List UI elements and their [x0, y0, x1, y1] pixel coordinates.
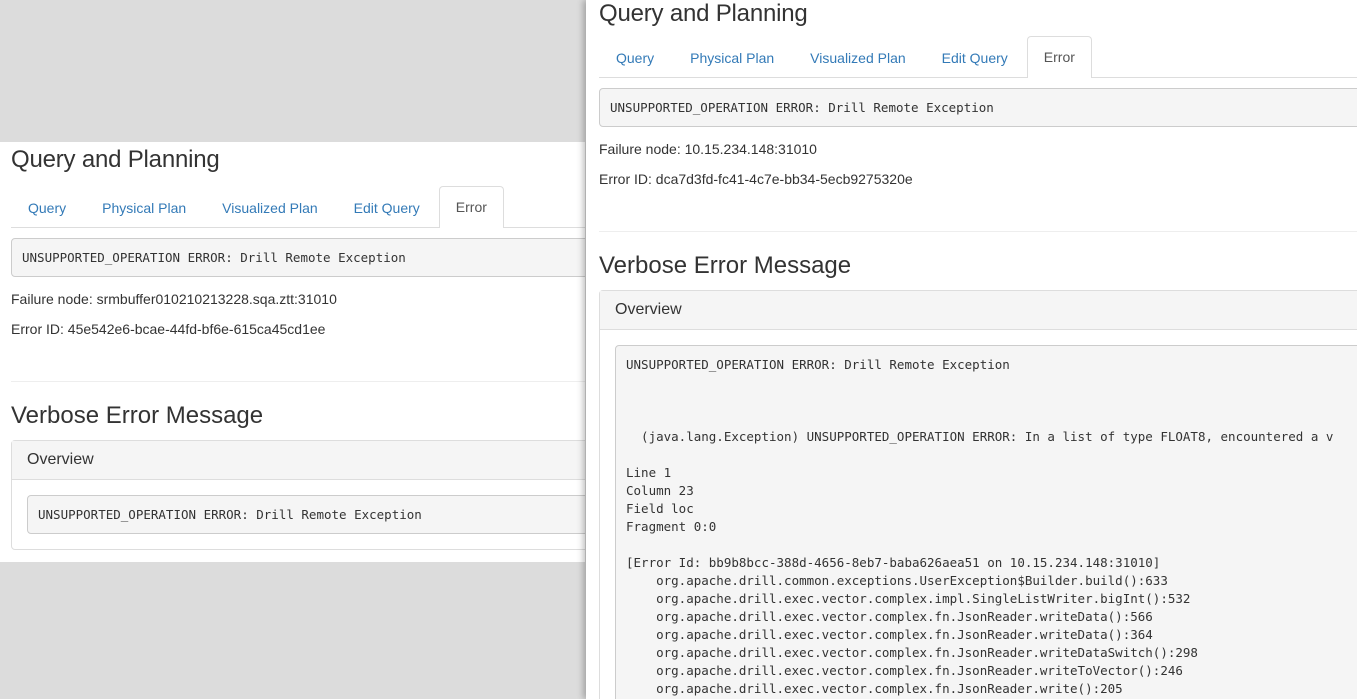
tab-bar: Query Physical Plan Visualized Plan Edit…	[599, 36, 1357, 78]
page-title: Query and Planning	[599, 0, 808, 27]
error-id: Error ID: dca7d3fd-fc41-4c7e-bb34-5ecb92…	[599, 171, 913, 187]
overview-header: Overview	[600, 291, 1357, 330]
overview-panel: Overview UNSUPPORTED_OPERATION ERROR: Dr…	[11, 440, 585, 550]
overview-body: UNSUPPORTED_OPERATION ERROR: Drill Remot…	[12, 480, 585, 549]
overview-text: UNSUPPORTED_OPERATION ERROR: Drill Remot…	[615, 345, 1357, 699]
tab-error[interactable]: Error	[1026, 36, 1092, 78]
divider	[11, 381, 585, 382]
tab-bar: Query Physical Plan Visualized Plan Edit…	[11, 186, 585, 228]
divider	[599, 231, 1357, 232]
tab-error[interactable]: Error	[438, 186, 504, 228]
tab-visualized-plan[interactable]: Visualized Plan	[205, 187, 334, 227]
error-id: Error ID: 45e542e6-bcae-44fd-bf6e-615ca4…	[11, 321, 326, 337]
overview-body: UNSUPPORTED_OPERATION ERROR: Drill Remot…	[600, 330, 1357, 699]
tab-query[interactable]: Query	[11, 187, 83, 227]
tab-visualized-plan[interactable]: Visualized Plan	[793, 37, 922, 77]
tab-edit-query[interactable]: Edit Query	[337, 187, 437, 227]
verbose-title: Verbose Error Message	[11, 402, 264, 429]
left-content: Query and Planning Query Physical Plan V…	[11, 142, 585, 550]
right-window: Query and Planning Query Physical Plan V…	[586, 0, 1357, 699]
verbose-title: Verbose Error Message	[599, 252, 852, 279]
tab-query[interactable]: Query	[599, 37, 671, 77]
tab-physical-plan[interactable]: Physical Plan	[85, 187, 203, 227]
left-window: Query and Planning Query Physical Plan V…	[0, 142, 585, 562]
page-title: Query and Planning	[11, 146, 220, 173]
overview-panel: Overview UNSUPPORTED_OPERATION ERROR: Dr…	[599, 290, 1357, 699]
overview-text: UNSUPPORTED_OPERATION ERROR: Drill Remot…	[27, 495, 585, 534]
error-summary: UNSUPPORTED_OPERATION ERROR: Drill Remot…	[11, 238, 585, 277]
failure-node: Failure node: 10.15.234.148:31010	[599, 141, 817, 157]
error-summary: UNSUPPORTED_OPERATION ERROR: Drill Remot…	[599, 88, 1357, 127]
failure-node: Failure node: srmbuffer010210213228.sqa.…	[11, 291, 337, 307]
tab-edit-query[interactable]: Edit Query	[925, 37, 1025, 77]
right-content: Query and Planning Query Physical Plan V…	[599, 0, 1357, 699]
overview-header: Overview	[12, 441, 585, 480]
tab-physical-plan[interactable]: Physical Plan	[673, 37, 791, 77]
